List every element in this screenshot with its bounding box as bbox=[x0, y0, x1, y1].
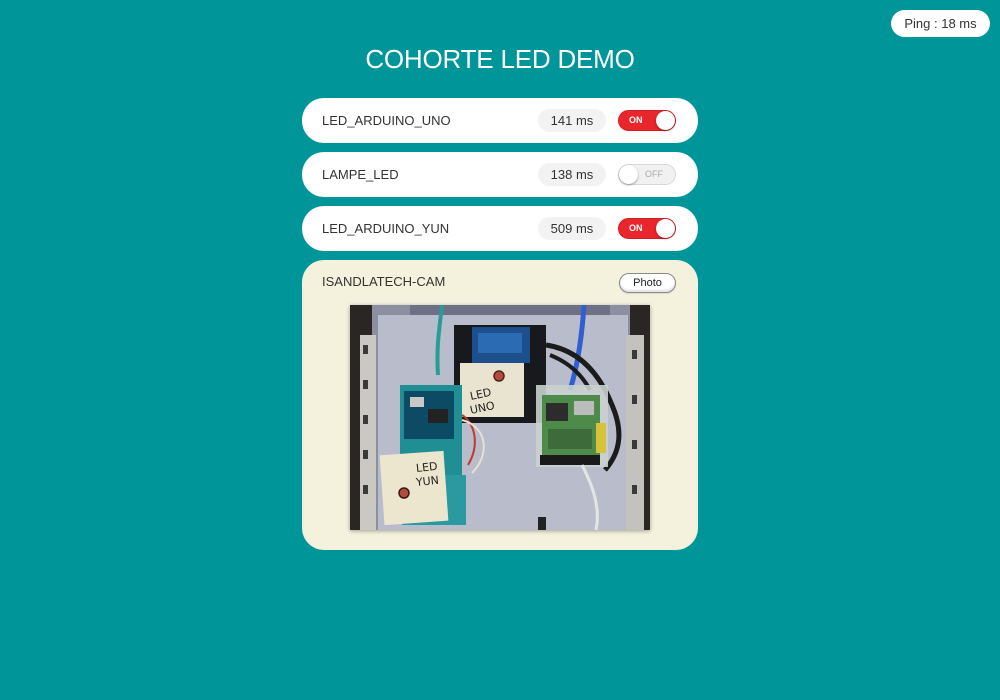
camera-card: ISANDLATECH-CAM Photo LED UNO LED YUN bbox=[302, 260, 698, 550]
latency-badge: 138 ms bbox=[538, 163, 606, 186]
device-card-lampe-led: LAMPE_LED 138 ms OFF bbox=[302, 152, 698, 197]
toggle-state-label: ON bbox=[629, 115, 643, 125]
toggle-knob bbox=[619, 165, 638, 184]
latency-badge: 509 ms bbox=[538, 217, 606, 240]
latency-badge: 141 ms bbox=[538, 109, 606, 132]
sticker-yun-line1: LED bbox=[415, 460, 438, 475]
toggle-state-label: ON bbox=[629, 223, 643, 233]
sticker-yun-line2: YUN bbox=[414, 474, 439, 489]
led-toggle[interactable]: ON bbox=[618, 218, 676, 239]
toggle-knob bbox=[656, 111, 675, 130]
device-name: LED_ARDUINO_UNO bbox=[322, 113, 451, 128]
device-card-led-arduino-yun: LED_ARDUINO_YUN 509 ms ON bbox=[302, 206, 698, 251]
camera-feed-image: LED UNO LED YUN bbox=[350, 305, 650, 530]
photo-button[interactable]: Photo bbox=[619, 273, 676, 293]
toggle-state-label: OFF bbox=[645, 169, 663, 179]
toggle-knob bbox=[656, 219, 675, 238]
device-card-led-arduino-uno: LED_ARDUINO_UNO 141 ms ON bbox=[302, 98, 698, 143]
led-toggle[interactable]: ON bbox=[618, 110, 676, 131]
device-name: LED_ARDUINO_YUN bbox=[322, 221, 450, 236]
page: Ping : 18 ms COHORTE LED DEMO LED_ARDUIN… bbox=[0, 0, 1000, 700]
ping-badge: Ping : 18 ms bbox=[891, 10, 990, 37]
camera-name: ISANDLATECH-CAM bbox=[322, 274, 446, 289]
page-title: COHORTE LED DEMO bbox=[365, 44, 635, 74]
device-name: LAMPE_LED bbox=[322, 167, 399, 182]
led-toggle[interactable]: OFF bbox=[618, 164, 676, 185]
